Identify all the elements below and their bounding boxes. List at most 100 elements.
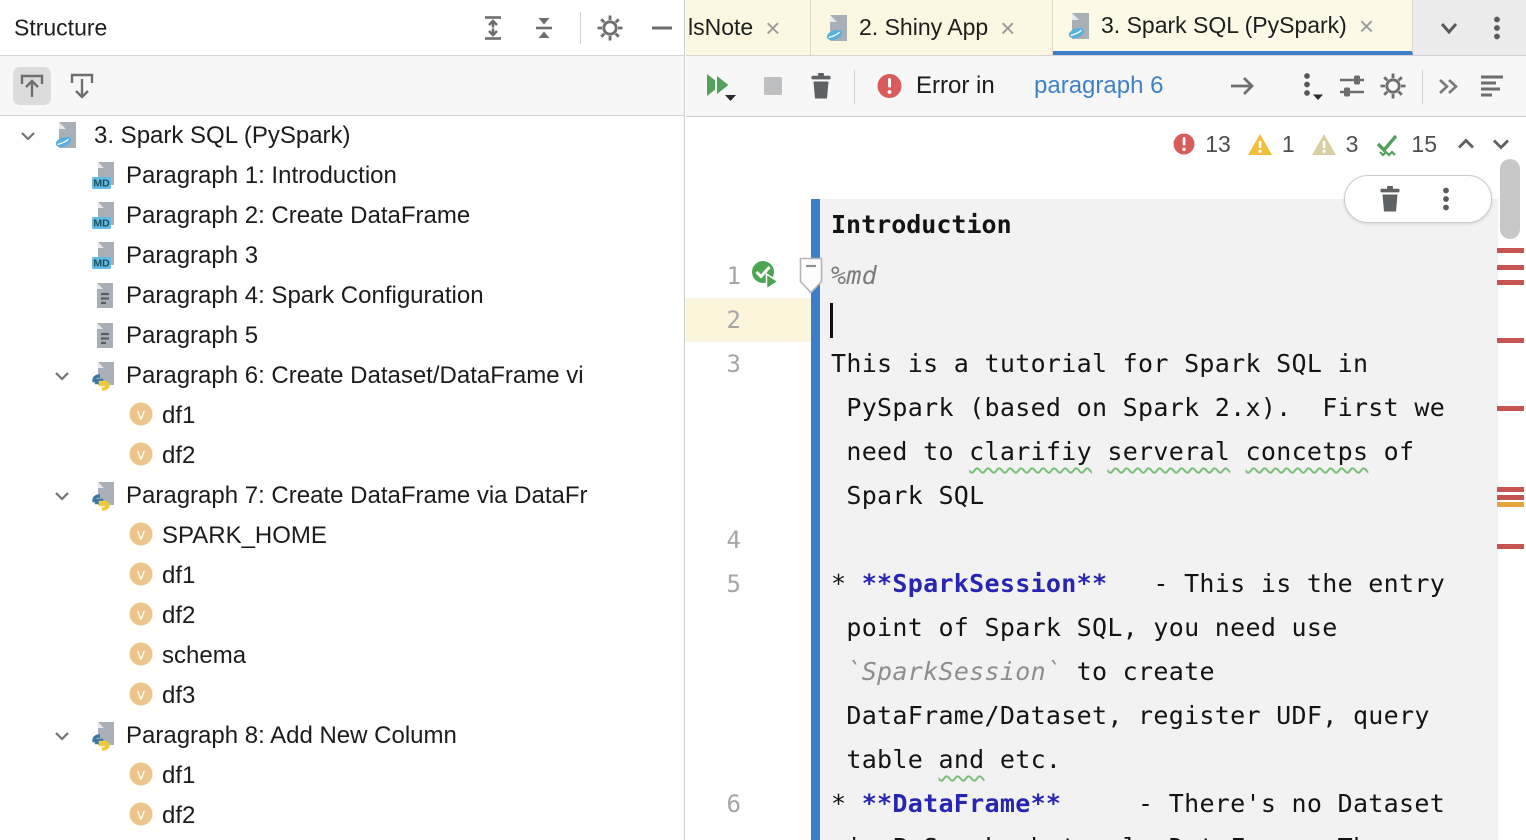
zeppelin-note-icon	[54, 121, 84, 151]
weak-warning-count: 3	[1346, 131, 1359, 158]
error-stripe-mark[interactable]	[1497, 248, 1524, 253]
autoscroll-to-source-button[interactable]	[13, 67, 51, 105]
editor-line[interactable]: table and etc.	[686, 738, 1526, 782]
stop-button[interactable]	[758, 71, 788, 101]
delete-button[interactable]	[806, 71, 836, 101]
close-icon[interactable]: ×	[1000, 15, 1015, 41]
gear-icon[interactable]	[594, 12, 626, 44]
paragraph-python-icon	[90, 721, 120, 751]
variable-icon: v	[128, 681, 158, 711]
run-paragraph-icon[interactable]	[750, 259, 784, 291]
variable-icon: v	[128, 401, 158, 431]
close-icon[interactable]: ×	[1359, 13, 1374, 39]
paragraph-link[interactable]: paragraph 6	[1034, 72, 1163, 100]
tab-lsnote[interactable]: lsNote ×	[686, 0, 811, 55]
paragraph-menu-icon[interactable]	[1431, 184, 1461, 214]
error-stripe-mark[interactable]	[1497, 502, 1524, 507]
svg-text:v: v	[137, 807, 145, 824]
editor-line[interactable]: 1%md	[686, 254, 1526, 298]
tree-item-label: Paragraph 7: Create DataFrame via DataFr	[126, 482, 588, 510]
tree-item[interactable]: MDParagraph 3	[0, 236, 684, 276]
error-stripe-mark[interactable]	[1497, 280, 1524, 285]
tab-label: lsNote	[688, 14, 753, 41]
editor[interactable]: 13 1 3 15 Introduction 1%md23This is a t…	[686, 117, 1526, 840]
error-stripe-mark[interactable]	[1497, 544, 1524, 549]
paragraph-actions-popup	[1344, 175, 1492, 223]
tree-item[interactable]: Paragraph 6: Create Dataset/DataFrame vi	[0, 356, 684, 396]
paragraph-python-icon	[90, 481, 120, 511]
collapse-all-icon[interactable]	[528, 12, 560, 44]
tree-item[interactable]: vdf1	[0, 756, 684, 796]
hide-panel-icon[interactable]	[646, 12, 678, 44]
editor-line[interactable]: Spark SQL	[686, 474, 1526, 518]
line-content: point of Spark SQL, you need use	[831, 606, 1338, 650]
line-number: 1	[686, 254, 741, 298]
line-number: 3	[686, 342, 741, 386]
tree-item[interactable]: vdf1	[0, 556, 684, 596]
tree-item[interactable]: vdf2	[0, 596, 684, 636]
paragraph-text-icon	[90, 281, 120, 311]
tree-item-label: df1	[162, 562, 195, 590]
gear-icon[interactable]	[1378, 71, 1408, 101]
goto-paragraph-icon[interactable]	[1226, 70, 1258, 102]
tree-item[interactable]: vdf2	[0, 436, 684, 476]
error-badge-icon	[876, 73, 903, 100]
chevron-down-icon[interactable]	[16, 124, 40, 148]
editor-line[interactable]: point of Spark SQL, you need use	[686, 606, 1526, 650]
editor-line[interactable]: need to clarifiy serveral concetps of	[686, 430, 1526, 474]
tree-item[interactable]: vdf1	[0, 396, 684, 436]
view-options-icon[interactable]	[1336, 70, 1368, 102]
tree-item[interactable]: Paragraph 4: Spark Configuration	[0, 276, 684, 316]
fold-marker-icon[interactable]	[798, 256, 824, 296]
error-stripe-mark[interactable]	[1497, 406, 1524, 411]
chevron-down-icon[interactable]	[50, 364, 74, 388]
error-stripe-mark[interactable]	[1497, 495, 1524, 500]
editor-tab-bar: lsNote × 2. Shiny App × 3. Spark SQL (Py…	[686, 0, 1526, 56]
editor-line[interactable]: 3This is a tutorial for Spark SQL in	[686, 342, 1526, 386]
error-stripe-mark[interactable]	[1497, 265, 1524, 270]
editor-line[interactable]: 6* **DataFrame** - There's no Dataset	[686, 782, 1526, 826]
delete-paragraph-icon[interactable]	[1375, 184, 1405, 214]
error-count: 13	[1205, 131, 1231, 158]
panel-title: Structure	[14, 14, 107, 41]
editor-line[interactable]: 2	[686, 298, 1526, 342]
tree-item[interactable]: vschema	[0, 636, 684, 676]
autoscroll-from-source-button[interactable]	[63, 67, 101, 105]
tree-item[interactable]: MDParagraph 1: Introduction	[0, 156, 684, 196]
tree-item[interactable]: 3. Spark SQL (PySpark)	[0, 116, 684, 156]
editor-line[interactable]: `SparkSession` to create	[686, 650, 1526, 694]
line-number: 4	[686, 518, 741, 562]
chevron-down-icon[interactable]	[1433, 12, 1465, 44]
hidden-actions-icon[interactable]	[1434, 71, 1464, 101]
close-icon[interactable]: ×	[765, 15, 780, 41]
tab-shiny-app[interactable]: 2. Shiny App ×	[811, 0, 1053, 55]
error-stripe-mark[interactable]	[1497, 487, 1524, 492]
structure-lines-icon[interactable]	[1476, 70, 1508, 102]
scrollbar-thumb[interactable]	[1500, 159, 1520, 239]
inspections-widget[interactable]: 13 1 3 15	[1172, 127, 1514, 161]
expand-all-icon[interactable]	[477, 12, 509, 44]
run-all-button[interactable]	[702, 69, 738, 103]
editor-line[interactable]: in PySpark, but only DataFrame. The	[686, 826, 1526, 840]
tree-item[interactable]: Paragraph 8: Add New Column	[0, 716, 684, 756]
editor-line[interactable]: 5* **SparkSession** - This is the entry	[686, 562, 1526, 606]
error-stripe-mark[interactable]	[1497, 338, 1524, 343]
editor-line[interactable]: DataFrame/Dataset, register UDF, query	[686, 694, 1526, 738]
svg-text:v: v	[137, 607, 145, 624]
tab-spark-sql-pyspark[interactable]: 3. Spark SQL (PySpark) ×	[1053, 0, 1413, 55]
tree-item[interactable]: Paragraph 5	[0, 316, 684, 356]
tree-item[interactable]: Paragraph 7: Create DataFrame via DataFr	[0, 476, 684, 516]
editor-line[interactable]: 4	[686, 518, 1526, 562]
svg-text:v: v	[137, 767, 145, 784]
tree-item[interactable]: vdf3	[0, 676, 684, 716]
previous-issue-icon[interactable]	[1453, 131, 1479, 157]
chevron-down-icon[interactable]	[50, 724, 74, 748]
editor-line[interactable]: PySpark (based on Spark 2.x). First we	[686, 386, 1526, 430]
chevron-down-icon[interactable]	[50, 484, 74, 508]
tree-item[interactable]: MDParagraph 2: Create DataFrame	[0, 196, 684, 236]
kebab-menu-icon[interactable]	[1481, 12, 1513, 44]
more-options-icon[interactable]	[1294, 70, 1328, 102]
next-issue-icon[interactable]	[1488, 131, 1514, 157]
tree-item[interactable]: vdf2	[0, 796, 684, 836]
tree-item[interactable]: vSPARK_HOME	[0, 516, 684, 556]
